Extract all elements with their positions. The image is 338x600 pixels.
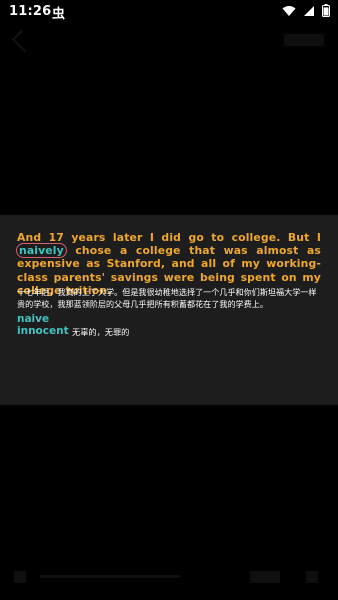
dictionary-related-word[interactable]: innocent	[17, 325, 69, 337]
chinese-subtitle: 十七年后，我真的上了大学。但是我很幼稚地选择了一个几乎和你们斯坦福大学一样贵的学…	[17, 287, 317, 309]
speed-control[interactable]	[250, 571, 280, 583]
system-icons	[282, 4, 330, 17]
dictionary-related-meaning: 无辜的，无罪的	[72, 327, 130, 337]
dictionary-headword[interactable]: naive	[17, 313, 49, 325]
play-pause-icon[interactable]	[14, 571, 26, 583]
wifi-icon	[282, 5, 296, 16]
english-subtitle-part-1: And 17 years later I did go to college. …	[17, 231, 321, 244]
status-bar: 11:26 虫	[0, 0, 338, 24]
faded-top-control[interactable]	[284, 34, 324, 46]
faded-player-top-bar	[11, 29, 324, 53]
faded-player-controls	[10, 568, 328, 586]
highlighted-word[interactable]: naively	[16, 243, 67, 259]
status-time: 11:26	[9, 4, 52, 19]
fullscreen-icon[interactable]	[306, 571, 318, 583]
progress-bar[interactable]	[40, 575, 180, 578]
back-icon[interactable]	[11, 29, 35, 53]
app-notification-icon: 虫	[52, 7, 66, 22]
battery-icon	[322, 4, 330, 17]
signal-icon	[304, 5, 314, 16]
